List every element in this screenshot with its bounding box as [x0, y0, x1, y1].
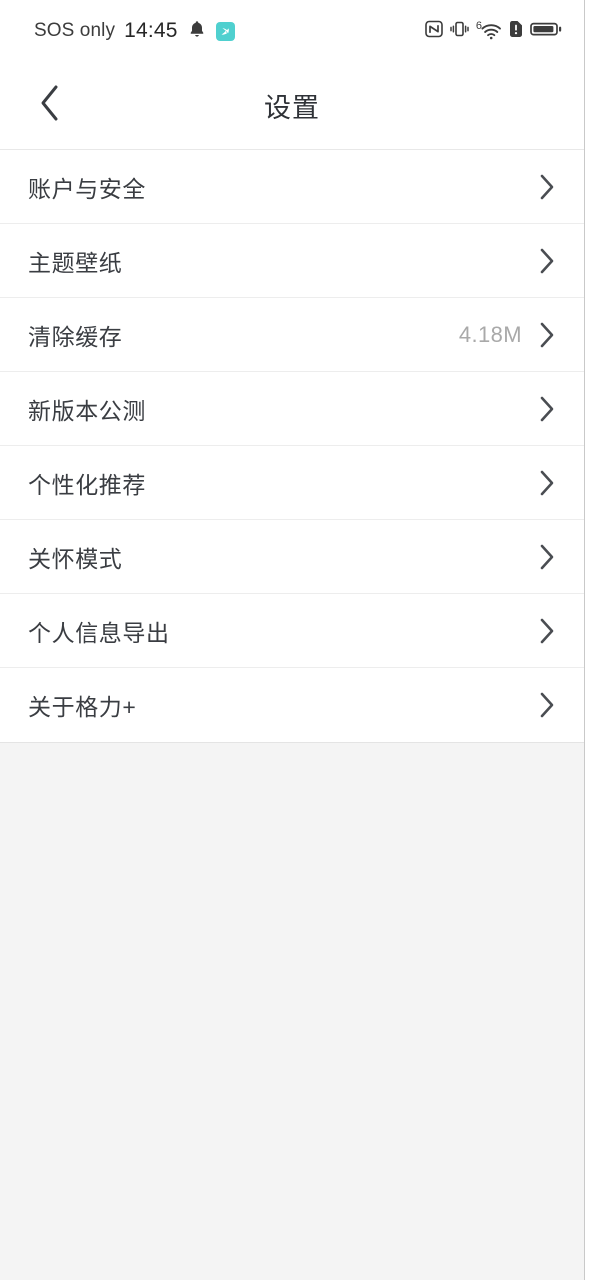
settings-row-personal-info-export[interactable]: 个人信息导出 — [0, 594, 584, 668]
status-bar-right: 6 — [425, 20, 562, 43]
status-bar-left: SOS only 14:45 — [34, 19, 235, 43]
row-label: 关于格力+ — [28, 694, 137, 720]
chevron-right-icon — [536, 543, 558, 571]
settings-row-care-mode[interactable]: 关怀模式 — [0, 520, 584, 594]
nfc-icon — [425, 20, 443, 43]
page-title: 设置 — [264, 93, 320, 123]
chevron-left-icon — [38, 83, 62, 128]
chevron-right-icon — [536, 321, 558, 349]
chevron-right-icon — [536, 691, 558, 719]
phone-screen: SOS only 14:45 6 设置 账户与安全 主题壁纸 清除缓存 4.18… — [0, 0, 591, 1280]
screen-edge-strip — [584, 0, 591, 1280]
app-badge-icon — [215, 21, 235, 41]
carrier-label: SOS only — [34, 20, 116, 41]
vibrate-icon — [450, 20, 469, 43]
settings-row-account-security[interactable]: 账户与安全 — [0, 150, 584, 224]
row-label: 清除缓存 — [28, 323, 123, 350]
chevron-right-icon — [536, 469, 558, 497]
page-empty-area — [0, 743, 584, 1280]
cache-size-value: 4.18M — [458, 321, 522, 347]
settings-row-new-version-beta[interactable]: 新版本公测 — [0, 372, 584, 446]
row-label: 个人信息导出 — [28, 619, 170, 646]
chevron-right-icon — [536, 395, 558, 423]
battery-icon — [530, 20, 562, 43]
settings-list: 账户与安全 主题壁纸 清除缓存 4.18M 新版本公测 个性化推荐 关怀模式 个… — [0, 150, 584, 742]
row-label: 账户与安全 — [28, 175, 146, 202]
app-screen: SOS only 14:45 6 设置 账户与安全 主题壁纸 清除缓存 4.18… — [0, 0, 584, 1280]
app-header: 设置 — [0, 62, 584, 150]
settings-row-clear-cache[interactable]: 清除缓存 4.18M — [0, 298, 584, 372]
row-label: 新版本公测 — [28, 397, 146, 424]
back-button[interactable] — [22, 78, 78, 134]
status-bar: SOS only 14:45 6 — [0, 0, 584, 62]
settings-row-theme-wallpaper[interactable]: 主题壁纸 — [0, 224, 584, 298]
chevron-right-icon — [536, 247, 558, 275]
settings-row-personalized-recommendation[interactable]: 个性化推荐 — [0, 446, 584, 520]
bell-icon — [189, 20, 205, 43]
wifi-6-icon: 6 — [476, 21, 502, 40]
chevron-right-icon — [536, 617, 558, 645]
clock-label: 14:45 — [124, 19, 178, 42]
row-label: 个性化推荐 — [28, 471, 146, 498]
row-label: 主题壁纸 — [28, 249, 123, 276]
chevron-right-icon — [536, 173, 558, 201]
settings-row-about[interactable]: 关于格力+ — [0, 668, 584, 742]
sim-alert-icon — [509, 20, 523, 43]
row-label: 关怀模式 — [28, 545, 123, 572]
